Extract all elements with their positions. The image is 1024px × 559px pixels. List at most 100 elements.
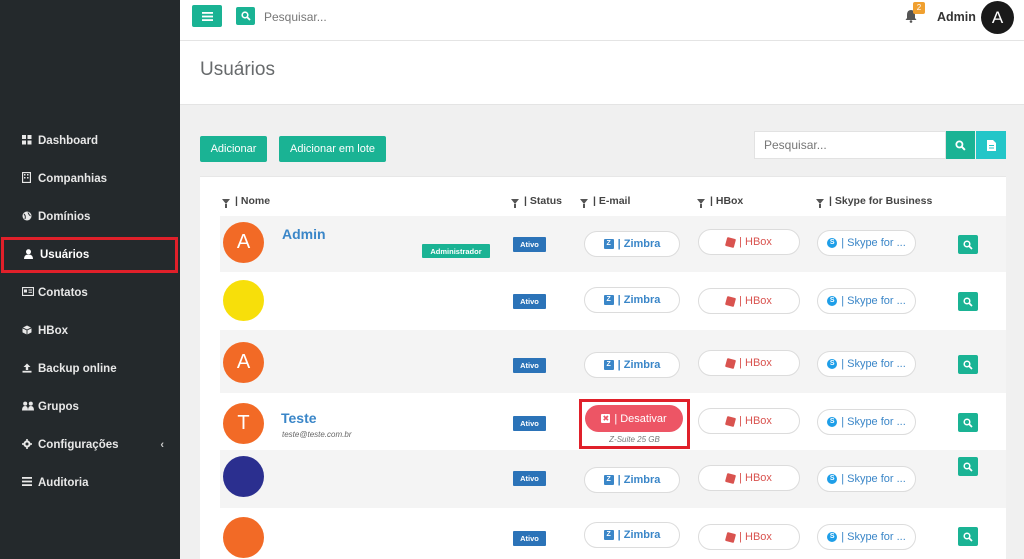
search-button[interactable] — [946, 131, 975, 159]
view-user-button[interactable] — [958, 413, 978, 432]
status-badge: Ativo — [513, 294, 546, 309]
skype-button[interactable]: S | Skype for ... — [817, 351, 916, 377]
user-name-link[interactable]: Admin — [282, 226, 326, 242]
filter-icon[interactable] — [222, 198, 230, 208]
upload-icon — [22, 363, 38, 376]
hbox-button[interactable]: | HBox — [698, 524, 800, 550]
cube-icon — [725, 531, 737, 543]
skype-button[interactable]: S | Skype for ... — [817, 409, 916, 435]
email-zimbra-button[interactable]: Z | Zimbra — [584, 287, 680, 313]
hbox-button[interactable]: | HBox — [698, 350, 800, 376]
filter-icon[interactable] — [816, 198, 824, 208]
deactivate-email-button[interactable]: ✖ | Desativar — [585, 405, 683, 432]
globe-icon — [22, 211, 38, 224]
user-name-link[interactable]: Teste — [281, 410, 317, 426]
avatar: A — [223, 342, 264, 383]
user-name[interactable]: Admin — [937, 10, 976, 24]
top-search-button[interactable] — [236, 7, 255, 25]
sidebar-item-label: Usuários — [40, 249, 90, 261]
grid-icon — [22, 134, 38, 148]
hbox-button[interactable]: | HBox — [698, 288, 800, 314]
gear-icon — [22, 438, 38, 452]
document-icon — [986, 139, 996, 151]
status-badge: Ativo — [513, 471, 546, 486]
sidebar-item-label: Backup online — [38, 363, 117, 375]
sidebar-item-contatos[interactable]: Contatos — [0, 275, 180, 311]
sidebar-item-label: Dashboard — [38, 135, 99, 147]
hamburger-icon — [201, 11, 213, 21]
avatar[interactable]: A — [981, 1, 1014, 34]
skype-icon: S — [827, 238, 838, 248]
hbox-button[interactable]: | HBox — [698, 408, 800, 434]
column-header-status[interactable]: | Status — [511, 195, 562, 208]
sidebar-item-configuracoes[interactable]: Configurações ‹ — [0, 427, 180, 463]
email-plan-note: Z-Suite 25 GB — [609, 435, 660, 444]
column-header-email[interactable]: | E-mail — [580, 195, 630, 208]
cube-icon — [725, 295, 737, 307]
users-icon — [22, 401, 38, 414]
zoom-icon — [963, 461, 973, 472]
skype-button[interactable]: S | Skype for ... — [817, 230, 916, 256]
filter-icon[interactable] — [697, 198, 705, 208]
role-badge: Administrador — [422, 244, 490, 258]
list-icon — [22, 477, 38, 489]
add-batch-button[interactable]: Adicionar em lote — [279, 136, 386, 162]
zimbra-icon: Z — [603, 475, 614, 485]
close-icon: ✖ — [601, 414, 611, 423]
status-badge: Ativo — [513, 237, 546, 252]
zimbra-icon: Z — [603, 239, 614, 249]
zimbra-icon: Z — [603, 530, 614, 540]
email-zimbra-button[interactable]: Z | Zimbra — [584, 467, 680, 493]
export-button[interactable] — [976, 131, 1006, 159]
sidebar-item-backup-online[interactable]: Backup online — [0, 351, 180, 387]
page-title: Usuários — [200, 59, 275, 80]
filter-icon[interactable] — [580, 198, 588, 208]
sidebar-item-dashboard[interactable]: Dashboard — [0, 123, 180, 159]
view-user-button[interactable] — [958, 457, 978, 476]
sidebar-item-label: Configurações — [38, 439, 119, 451]
column-header-skype[interactable]: | Skype for Business — [816, 195, 932, 208]
zoom-icon — [963, 296, 973, 307]
sidebar-item-grupos[interactable]: Grupos — [0, 389, 180, 425]
id-card-icon — [21, 286, 38, 299]
hbox-button[interactable]: | HBox — [698, 465, 800, 491]
cube-icon — [725, 357, 737, 369]
skype-button[interactable]: S | Skype for ... — [817, 466, 916, 492]
top-bar: 2 Admin A — [180, 0, 1024, 41]
search-icon — [240, 11, 251, 21]
view-user-button[interactable] — [958, 527, 978, 546]
hbox-button[interactable]: | HBox — [698, 229, 800, 255]
sidebar-item-companhias[interactable]: Companhias — [0, 161, 180, 197]
sidebar-item-dominios[interactable]: Domínios — [0, 199, 180, 235]
skype-button[interactable]: S | Skype for ... — [817, 288, 916, 314]
avatar: A — [223, 222, 264, 263]
sidebar-item-usuarios[interactable]: Usuários — [1, 237, 178, 273]
zoom-icon — [963, 531, 973, 542]
cube-icon — [725, 415, 737, 427]
menu-toggle-button[interactable] — [192, 5, 222, 27]
top-search-input[interactable] — [264, 8, 464, 26]
skype-button[interactable]: S | Skype for ... — [817, 524, 916, 550]
sidebar-item-label: HBox — [38, 325, 69, 337]
email-zimbra-button[interactable]: Z | Zimbra — [584, 522, 680, 548]
email-zimbra-button[interactable]: Z | Zimbra — [584, 352, 680, 378]
column-header-hbox[interactable]: | HBox — [697, 195, 743, 208]
add-button[interactable]: Adicionar — [200, 136, 267, 162]
zimbra-icon: Z — [603, 295, 614, 305]
filter-icon[interactable] — [511, 198, 519, 208]
zoom-icon — [963, 359, 973, 370]
sidebar-item-auditoria[interactable]: Auditoria — [0, 465, 180, 501]
column-header-nome[interactable]: | Nome — [222, 195, 270, 208]
view-user-button[interactable] — [958, 235, 978, 254]
cube-icon — [725, 236, 737, 248]
sidebar-item-hbox[interactable]: HBox — [0, 313, 180, 349]
user-icon — [24, 248, 40, 262]
avatar — [223, 280, 264, 321]
email-zimbra-button[interactable]: Z | Zimbra — [584, 231, 680, 257]
avatar: T — [223, 403, 264, 444]
status-badge: Ativo — [513, 358, 546, 373]
view-user-button[interactable] — [958, 355, 978, 374]
view-user-button[interactable] — [958, 292, 978, 311]
skype-icon: S — [827, 417, 838, 427]
search-input[interactable] — [754, 131, 946, 159]
